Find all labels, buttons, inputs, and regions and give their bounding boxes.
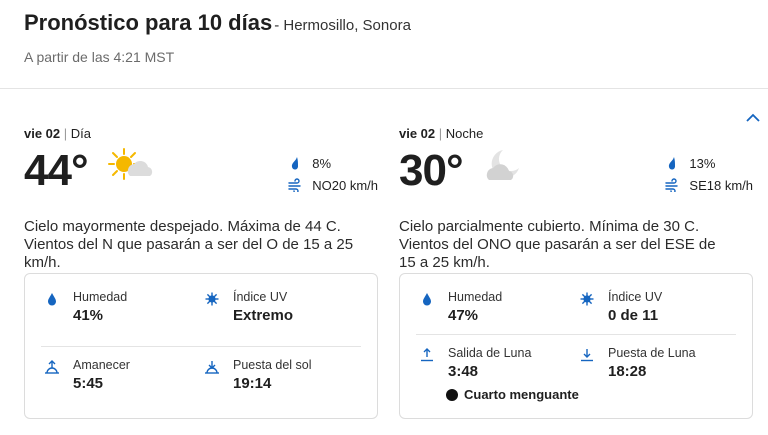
moon-cloud-icon — [486, 150, 519, 180]
night-moonrise-label: Salida de Luna — [448, 346, 532, 360]
day-separator: | — [63, 126, 68, 141]
night-uv-label: Índice UV — [608, 290, 663, 304]
night-stats: 13% SE18 km/h — [665, 152, 753, 196]
day-humidity-value: 41% — [73, 307, 104, 324]
forecast-header: Pronóstico para 10 días - Hermosillo, So… — [24, 10, 411, 36]
moon-phase-label: Cuarto menguante — [464, 387, 579, 402]
day-sunset-label: Puesta del sol — [233, 358, 312, 372]
day-precipitation: 8% — [312, 155, 332, 171]
day-sunset-value: 19:14 — [233, 375, 272, 392]
night-wind: SE18 km/h — [689, 177, 753, 193]
moon-phase-icon — [446, 388, 458, 401]
uv-sun-icon — [205, 292, 219, 306]
night-uv-value: 0 de 11 — [608, 307, 659, 324]
day-humidity-label: Humedad — [73, 290, 128, 304]
wind-icon — [288, 178, 301, 192]
day-stats: 8% NO20 km/h — [288, 152, 378, 196]
night-period-label: vie 02 | Noche — [399, 126, 753, 144]
night-temperature: 30° — [399, 146, 464, 195]
day-date: vie 02 — [24, 126, 61, 141]
sun-cloud-icon — [108, 148, 153, 180]
day-humidity: Humedad 41% — [45, 290, 127, 324]
day-uv-label: Índice UV — [233, 290, 288, 304]
day-uv-value: Extremo — [233, 307, 294, 324]
night-moonrise-value: 3:48 — [448, 363, 479, 380]
as-of-timestamp: A partir de las 4:21 MST — [24, 49, 175, 65]
day-sunrise-label: Amanecer — [73, 358, 130, 372]
night-humidity: Humedad 47% — [420, 290, 502, 324]
night-precipitation: 13% — [689, 155, 716, 171]
day-uv: Índice UV Extremo — [205, 290, 293, 324]
night-humidity-label: Humedad — [448, 290, 503, 304]
day-period: Día — [70, 126, 92, 141]
moonrise-icon — [421, 348, 433, 362]
night-details-card: Humedad 47% Índice UV 0 de 11 Salida de … — [399, 273, 753, 419]
night-period: Noche — [445, 126, 484, 141]
page-title: Pronóstico para 10 días — [24, 10, 273, 35]
night-moonset: Puesta de Luna 18:28 — [580, 346, 696, 380]
night-humidity-value: 47% — [448, 307, 479, 324]
night-moonset-value: 18:28 — [608, 363, 647, 380]
header-divider — [0, 88, 768, 89]
uv-sun-icon — [580, 292, 594, 306]
day-sunrise-value: 5:45 — [73, 375, 104, 392]
night-moonset-label: Puesta de Luna — [608, 346, 696, 360]
day-period-label: vie 02 | Día — [24, 126, 378, 144]
day-sunset: Puesta del sol 19:14 — [205, 358, 312, 392]
humidity-icon — [48, 293, 56, 306]
chevron-up-icon[interactable] — [744, 110, 762, 126]
day-description: Cielo mayormente despejado. Máxima de 44… — [24, 218, 354, 271]
moon-phase: Cuarto menguante — [446, 387, 579, 402]
sunrise-icon — [45, 360, 59, 374]
humidity-icon — [423, 293, 431, 306]
day-sunrise: Amanecer 5:45 — [45, 358, 130, 392]
raindrop-icon — [292, 157, 299, 170]
night-card-divider — [416, 334, 736, 335]
day-wind: NO20 km/h — [312, 177, 378, 193]
night-moonrise: Salida de Luna 3:48 — [420, 346, 531, 380]
day-temperature: 44° — [24, 146, 89, 195]
sunset-icon — [205, 361, 219, 374]
raindrop-icon — [669, 157, 676, 170]
day-details-card: Humedad 41% Índice UV Extremo Amanecer 5… — [24, 273, 378, 419]
night-separator: | — [438, 126, 443, 141]
day-forecast: vie 02 | Día 44° 8% NO20 km/h Cielo mayo… — [24, 126, 378, 272]
location-label: - Hermosillo, Sonora — [274, 17, 411, 34]
night-forecast: vie 02 | Noche 30° 13% SE18 km/h Cielo p… — [399, 126, 753, 272]
night-uv: Índice UV 0 de 11 — [580, 290, 662, 324]
night-date: vie 02 — [399, 126, 436, 141]
moonset-icon — [581, 349, 593, 362]
wind-icon — [665, 178, 679, 192]
night-description: Cielo parcialmente cubierto. Mínima de 3… — [399, 218, 716, 271]
day-card-divider — [41, 346, 361, 347]
